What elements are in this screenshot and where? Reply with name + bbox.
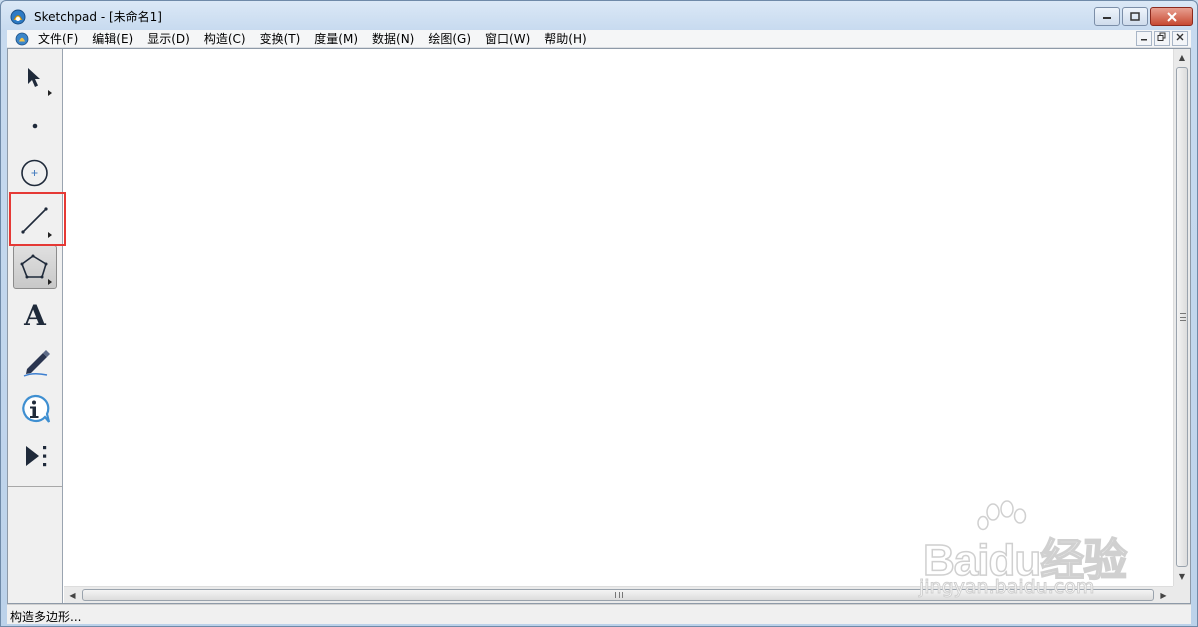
pentagon-icon (20, 254, 52, 285)
menu-file[interactable]: 文件(F) (38, 31, 78, 47)
close-icon (1176, 33, 1184, 41)
circle-icon (21, 159, 48, 187)
toolbox: A (8, 49, 63, 603)
menu-transform[interactable]: 变换(T) (260, 31, 301, 47)
straightedge-tool[interactable] (13, 197, 57, 241)
scrollbar-corner (1173, 586, 1190, 603)
point-icon (32, 123, 38, 129)
menu-items: 文件(F) 编辑(E) 显示(D) 构造(C) 变换(T) 度量(M) 数据(N… (38, 31, 601, 47)
toolbox-separator (8, 486, 62, 487)
selection-arrow-tool[interactable] (13, 55, 57, 99)
sketchpad-window: Sketchpad - [未命名1] 文件(F) 编辑(E) 显示(D) 构造(… (0, 0, 1198, 627)
doc-restore-button[interactable] (1154, 31, 1170, 46)
line-segment-icon (21, 207, 52, 238)
title-bar[interactable]: Sketchpad - [未命名1] (1, 1, 1197, 30)
close-icon (1166, 11, 1177, 22)
sketchpad-app-icon[interactable] (10, 9, 26, 25)
document-icon[interactable] (15, 32, 29, 46)
minimize-icon (1103, 16, 1111, 19)
vertical-scroll-thumb[interactable] (1176, 67, 1188, 567)
scroll-left-arrow-icon[interactable]: ◀ (64, 587, 81, 603)
menu-construct[interactable]: 构造(C) (204, 31, 246, 47)
marker-tool[interactable] (13, 340, 57, 384)
menu-bar: 文件(F) 编辑(E) 显示(D) 构造(C) 变换(T) 度量(M) 数据(N… (7, 30, 1191, 48)
custom-tools[interactable] (13, 434, 57, 478)
letter-a-icon: A (24, 298, 46, 332)
horizontal-scroll-thumb[interactable] (82, 589, 1154, 601)
minimize-icon (1141, 39, 1147, 41)
play-more-icon (26, 446, 47, 467)
menu-help[interactable]: 帮助(H) (544, 31, 586, 47)
status-bar: 构造多边形... (7, 604, 1191, 624)
window-title: Sketchpad - [未命名1] (34, 10, 162, 24)
scroll-down-arrow-icon[interactable]: ▼ (1174, 568, 1190, 585)
compass-tool[interactable] (13, 150, 57, 194)
doc-close-button[interactable] (1172, 31, 1188, 46)
menu-display[interactable]: 显示(D) (147, 31, 190, 47)
point-tool[interactable] (13, 103, 57, 147)
menu-measure[interactable]: 度量(M) (314, 31, 358, 47)
menu-edit[interactable]: 编辑(E) (92, 31, 133, 47)
status-text: 构造多边形... (10, 610, 82, 624)
grip-icon (1180, 313, 1186, 321)
scroll-up-arrow-icon[interactable]: ▲ (1174, 49, 1190, 66)
maximize-button[interactable] (1122, 7, 1148, 26)
document-window-controls (1136, 31, 1188, 46)
information-tool[interactable] (13, 387, 57, 431)
polygon-tool[interactable] (13, 245, 57, 289)
menu-data[interactable]: 数据(N) (372, 31, 414, 47)
doc-minimize-button[interactable] (1136, 31, 1152, 46)
sketch-canvas[interactable] (64, 49, 1173, 586)
info-icon (22, 394, 51, 423)
window-controls (1094, 7, 1193, 27)
vertical-scrollbar[interactable]: ▲ ▼ (1173, 49, 1190, 586)
minimize-button[interactable] (1094, 7, 1120, 26)
document-area: A ▲ ▼ ◀ ▶ (7, 48, 1191, 604)
menu-window[interactable]: 窗口(W) (485, 31, 530, 47)
restore-icon (1157, 32, 1166, 41)
maximize-icon (1130, 11, 1140, 21)
scroll-right-arrow-icon[interactable]: ▶ (1155, 587, 1172, 603)
arrow-icon (28, 68, 52, 96)
menu-graph[interactable]: 绘图(G) (428, 31, 471, 47)
marker-pen-icon (23, 350, 50, 377)
horizontal-scrollbar[interactable]: ◀ ▶ (64, 586, 1173, 603)
close-button[interactable] (1150, 7, 1193, 26)
text-tool[interactable]: A (13, 293, 57, 337)
grip-icon (615, 592, 623, 598)
